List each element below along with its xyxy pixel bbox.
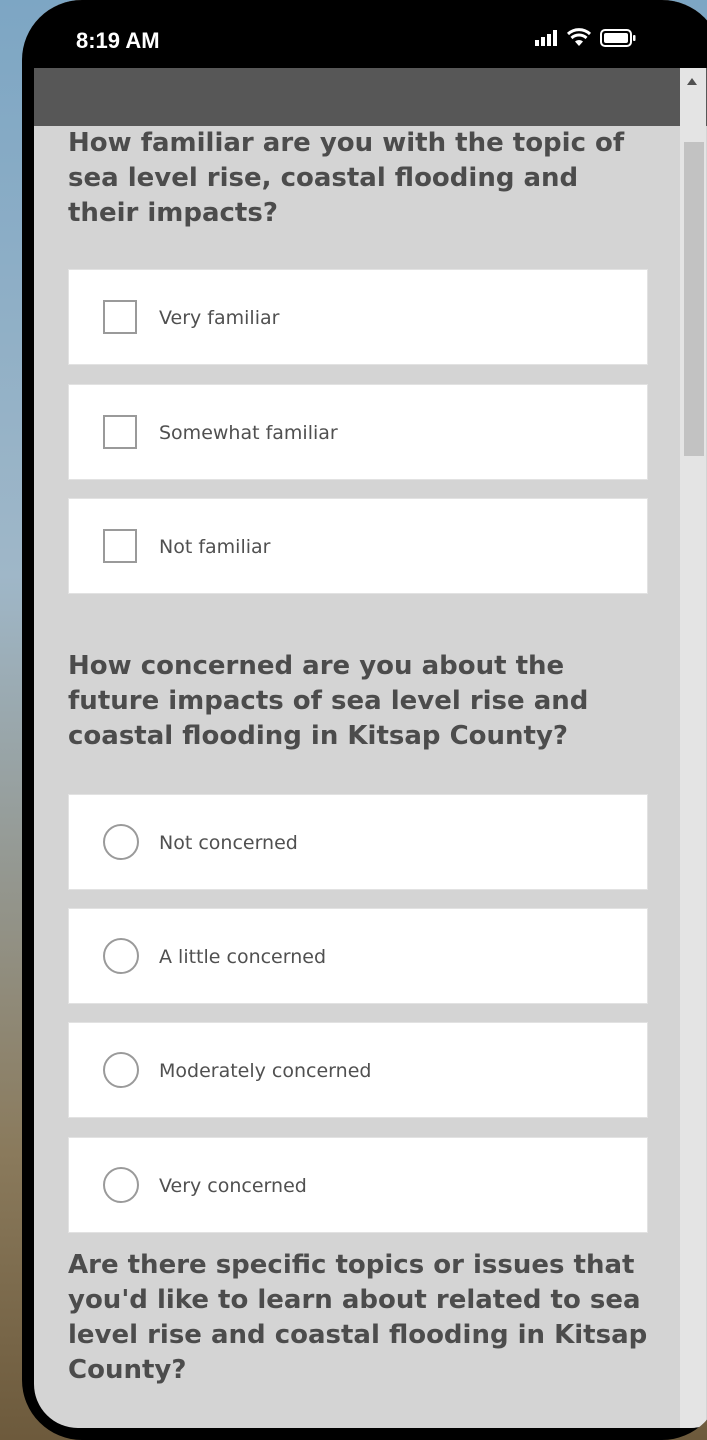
question-familiarity: How familiar are you with the topic of s…: [68, 126, 648, 594]
option-very-familiar[interactable]: Very familiar: [68, 269, 648, 365]
option-a-little-concerned[interactable]: A little concerned: [68, 908, 648, 1004]
scrollbar[interactable]: [680, 68, 706, 1428]
option-label: Very concerned: [159, 1175, 307, 1197]
option-label: Not familiar: [159, 536, 271, 558]
phone-frame: 8:19 AM How familiar are you with the to…: [22, 0, 707, 1440]
question-text: Are there specific topics or issues that…: [68, 1250, 648, 1385]
question-text: How concerned are you about the future i…: [68, 651, 589, 751]
status-bar: 8:19 AM: [34, 0, 707, 68]
question-text: How familiar are you with the topic of s…: [68, 128, 625, 228]
checkbox-icon[interactable]: [103, 529, 137, 563]
option-label: Moderately concerned: [159, 1060, 372, 1082]
option-moderately-concerned[interactable]: Moderately concerned: [68, 1022, 648, 1118]
radio-button-icon[interactable]: [103, 1167, 139, 1203]
battery-icon: [600, 28, 636, 47]
option-label: Somewhat familiar: [159, 422, 338, 444]
scroll-up-arrow-icon[interactable]: [687, 78, 697, 85]
app-header-bar: [34, 68, 707, 126]
option-very-concerned[interactable]: Very concerned: [68, 1137, 648, 1233]
option-not-concerned[interactable]: Not concerned: [68, 794, 648, 890]
app-screen: 8:19 AM How familiar are you with the to…: [34, 0, 707, 1428]
wifi-icon: [566, 28, 592, 46]
option-somewhat-familiar[interactable]: Somewhat familiar: [68, 384, 648, 480]
checkbox-icon[interactable]: [103, 415, 137, 449]
option-label: Very familiar: [159, 307, 280, 329]
radio-button-icon[interactable]: [103, 824, 139, 860]
scrollbar-thumb[interactable]: [684, 142, 704, 456]
question-concern: How concerned are you about the future i…: [68, 649, 648, 1233]
radio-button-icon[interactable]: [103, 1052, 139, 1088]
signal-icon: [535, 29, 557, 46]
option-label: Not concerned: [159, 832, 298, 854]
status-time: 8:19 AM: [76, 28, 160, 53]
option-label: A little concerned: [159, 946, 327, 968]
checkbox-icon[interactable]: [103, 300, 137, 334]
status-icons: [534, 28, 636, 47]
radio-button-icon[interactable]: [103, 938, 139, 974]
question-topics: Are there specific topics or issues that…: [68, 1248, 648, 1388]
option-not-familiar[interactable]: Not familiar: [68, 498, 648, 594]
